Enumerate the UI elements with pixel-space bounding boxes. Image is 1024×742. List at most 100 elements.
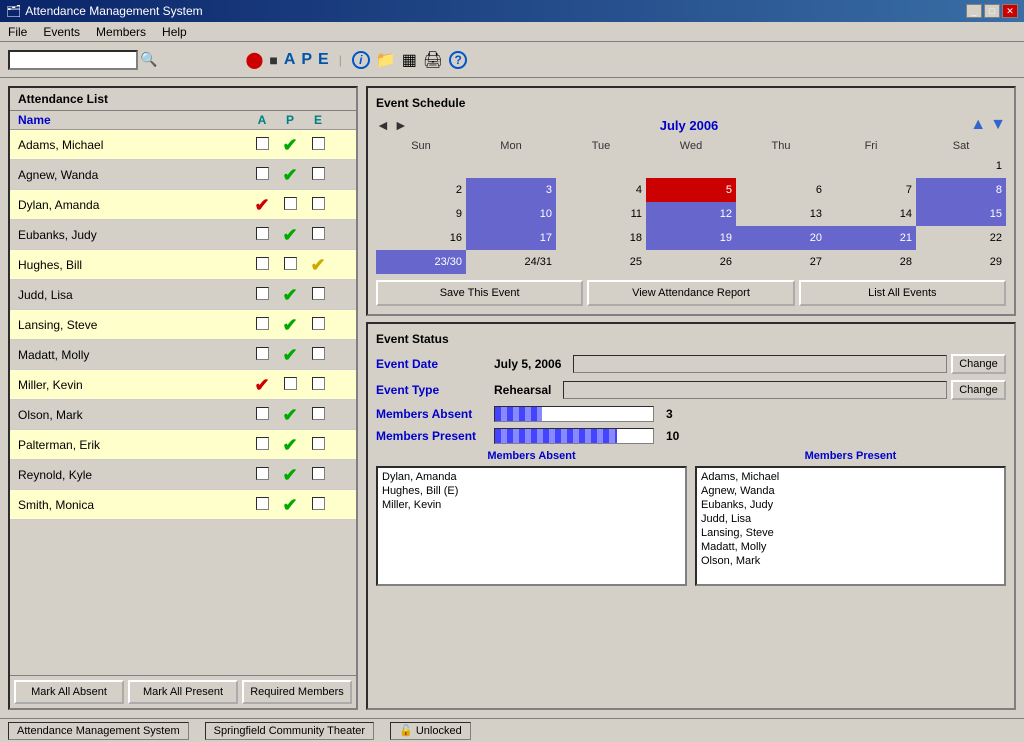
cal-day[interactable]: 28 <box>826 250 916 274</box>
present-check-9[interactable]: ✔ <box>282 405 297 425</box>
cal-day[interactable]: 29 <box>916 250 1006 274</box>
list-all-events-button[interactable]: List All Events <box>799 280 1006 306</box>
absent-checkbox-4[interactable] <box>256 257 269 270</box>
excused-icon[interactable]: E <box>318 51 329 69</box>
present-check-0[interactable]: ✔ <box>282 135 297 155</box>
search-icon[interactable]: 🔍 <box>140 51 157 68</box>
maximize-button[interactable]: □ <box>984 4 1000 18</box>
present-checkbox-2[interactable] <box>284 197 297 210</box>
present-listbox[interactable]: Adams, Michael Agnew, Wanda Eubanks, Jud… <box>695 466 1006 586</box>
cal-day[interactable]: 17 <box>466 226 556 250</box>
view-attendance-report-button[interactable]: View Attendance Report <box>587 280 794 306</box>
excused-checkbox-5[interactable] <box>312 287 325 300</box>
excused-checkbox-11[interactable] <box>312 467 325 480</box>
cal-day[interactable]: 26 <box>646 250 736 274</box>
absent-checkbox-12[interactable] <box>256 497 269 510</box>
cal-day[interactable]: 3 <box>466 178 556 202</box>
cal-day[interactable]: 7 <box>826 178 916 202</box>
cal-day-selected[interactable]: 5 <box>646 178 736 202</box>
mark-all-present-button[interactable]: Mark All Present <box>128 680 238 704</box>
menu-members[interactable]: Members <box>92 24 150 40</box>
scroll-up-button[interactable]: ▲ <box>970 116 986 134</box>
cal-day[interactable] <box>466 154 556 178</box>
present-checkbox-4[interactable] <box>284 257 297 270</box>
scroll-down-button[interactable]: ▼ <box>990 116 1006 134</box>
search-input[interactable] <box>8 50 138 70</box>
excused-checkbox-0[interactable] <box>312 137 325 150</box>
menu-help[interactable]: Help <box>158 24 191 40</box>
cal-day[interactable]: 23/30 <box>376 250 466 274</box>
cal-day[interactable]: 4 <box>556 178 646 202</box>
present-check-5[interactable]: ✔ <box>282 285 297 305</box>
save-event-button[interactable]: Save This Event <box>376 280 583 306</box>
present-check-1[interactable]: ✔ <box>282 165 297 185</box>
prev-month-button[interactable]: ◄ <box>376 117 390 133</box>
attendance-icon[interactable]: A <box>284 51 296 69</box>
cal-day[interactable]: 8 <box>916 178 1006 202</box>
cal-day[interactable]: 18 <box>556 226 646 250</box>
cal-day[interactable]: 10 <box>466 202 556 226</box>
cal-day[interactable]: 27 <box>736 250 826 274</box>
present-check-6[interactable]: ✔ <box>282 315 297 335</box>
present-icon[interactable]: P <box>301 51 312 69</box>
menu-events[interactable]: Events <box>39 24 84 40</box>
cal-day[interactable]: 21 <box>826 226 916 250</box>
stop-icon[interactable]: ■ <box>269 52 277 68</box>
record-icon[interactable]: ⬤ <box>245 50 263 70</box>
minimize-button[interactable]: _ <box>966 4 982 18</box>
excused-checkbox-6[interactable] <box>312 317 325 330</box>
absent-checkbox-3[interactable] <box>256 227 269 240</box>
absent-checkbox-0[interactable] <box>256 137 269 150</box>
help-icon[interactable]: ? <box>449 51 467 69</box>
cal-day[interactable]: 6 <box>736 178 826 202</box>
cal-day[interactable] <box>646 154 736 178</box>
excused-checkbox-10[interactable] <box>312 437 325 450</box>
cal-day[interactable] <box>736 154 826 178</box>
cal-day[interactable]: 12 <box>646 202 736 226</box>
absent-checkbox-1[interactable] <box>256 167 269 180</box>
absent-checkbox-5[interactable] <box>256 287 269 300</box>
excused-checkbox-2[interactable] <box>312 197 325 210</box>
print-icon[interactable]: 🖨 <box>423 50 443 70</box>
cal-day[interactable]: 13 <box>736 202 826 226</box>
mark-all-absent-button[interactable]: Mark All Absent <box>14 680 124 704</box>
absent-listbox[interactable]: Dylan, Amanda Hughes, Bill (E) Miller, K… <box>376 466 687 586</box>
cal-day[interactable]: 20 <box>736 226 826 250</box>
cal-day[interactable]: 15 <box>916 202 1006 226</box>
required-members-button[interactable]: Required Members <box>242 680 352 704</box>
cal-day[interactable] <box>556 154 646 178</box>
folder-icon[interactable]: 📁 <box>376 50 396 70</box>
excused-checkbox-3[interactable] <box>312 227 325 240</box>
present-checkbox-8[interactable] <box>284 377 297 390</box>
absent-checkbox-7[interactable] <box>256 347 269 360</box>
present-check-10[interactable]: ✔ <box>282 435 297 455</box>
cal-day[interactable]: 11 <box>556 202 646 226</box>
event-date-change-button[interactable]: Change <box>951 354 1006 374</box>
excused-checkbox-9[interactable] <box>312 407 325 420</box>
excused-check-4[interactable]: ✔ <box>310 255 325 275</box>
absent-checkbox-10[interactable] <box>256 437 269 450</box>
present-check-3[interactable]: ✔ <box>282 225 297 245</box>
cal-day[interactable]: 2 <box>376 178 466 202</box>
excused-checkbox-7[interactable] <box>312 347 325 360</box>
cal-day[interactable]: 22 <box>916 226 1006 250</box>
absent-checkbox-11[interactable] <box>256 467 269 480</box>
cal-day[interactable]: 1 <box>916 154 1006 178</box>
excused-checkbox-1[interactable] <box>312 167 325 180</box>
cal-day[interactable]: 25 <box>556 250 646 274</box>
present-check-11[interactable]: ✔ <box>282 465 297 485</box>
next-month-button[interactable]: ► <box>394 117 408 133</box>
absent-checkbox-6[interactable] <box>256 317 269 330</box>
grid-icon[interactable]: ▦ <box>402 50 417 70</box>
cal-day[interactable]: 16 <box>376 226 466 250</box>
cal-day[interactable]: 24/31 <box>466 250 556 274</box>
absent-check-8[interactable]: ✔ <box>254 375 269 395</box>
absent-checkbox-9[interactable] <box>256 407 269 420</box>
absent-check-2[interactable]: ✔ <box>254 195 269 215</box>
cal-day[interactable]: 9 <box>376 202 466 226</box>
present-check-7[interactable]: ✔ <box>282 345 297 365</box>
cal-day[interactable]: 19 <box>646 226 736 250</box>
excused-checkbox-12[interactable] <box>312 497 325 510</box>
info-icon[interactable]: i <box>352 51 370 69</box>
cal-day[interactable] <box>376 154 466 178</box>
